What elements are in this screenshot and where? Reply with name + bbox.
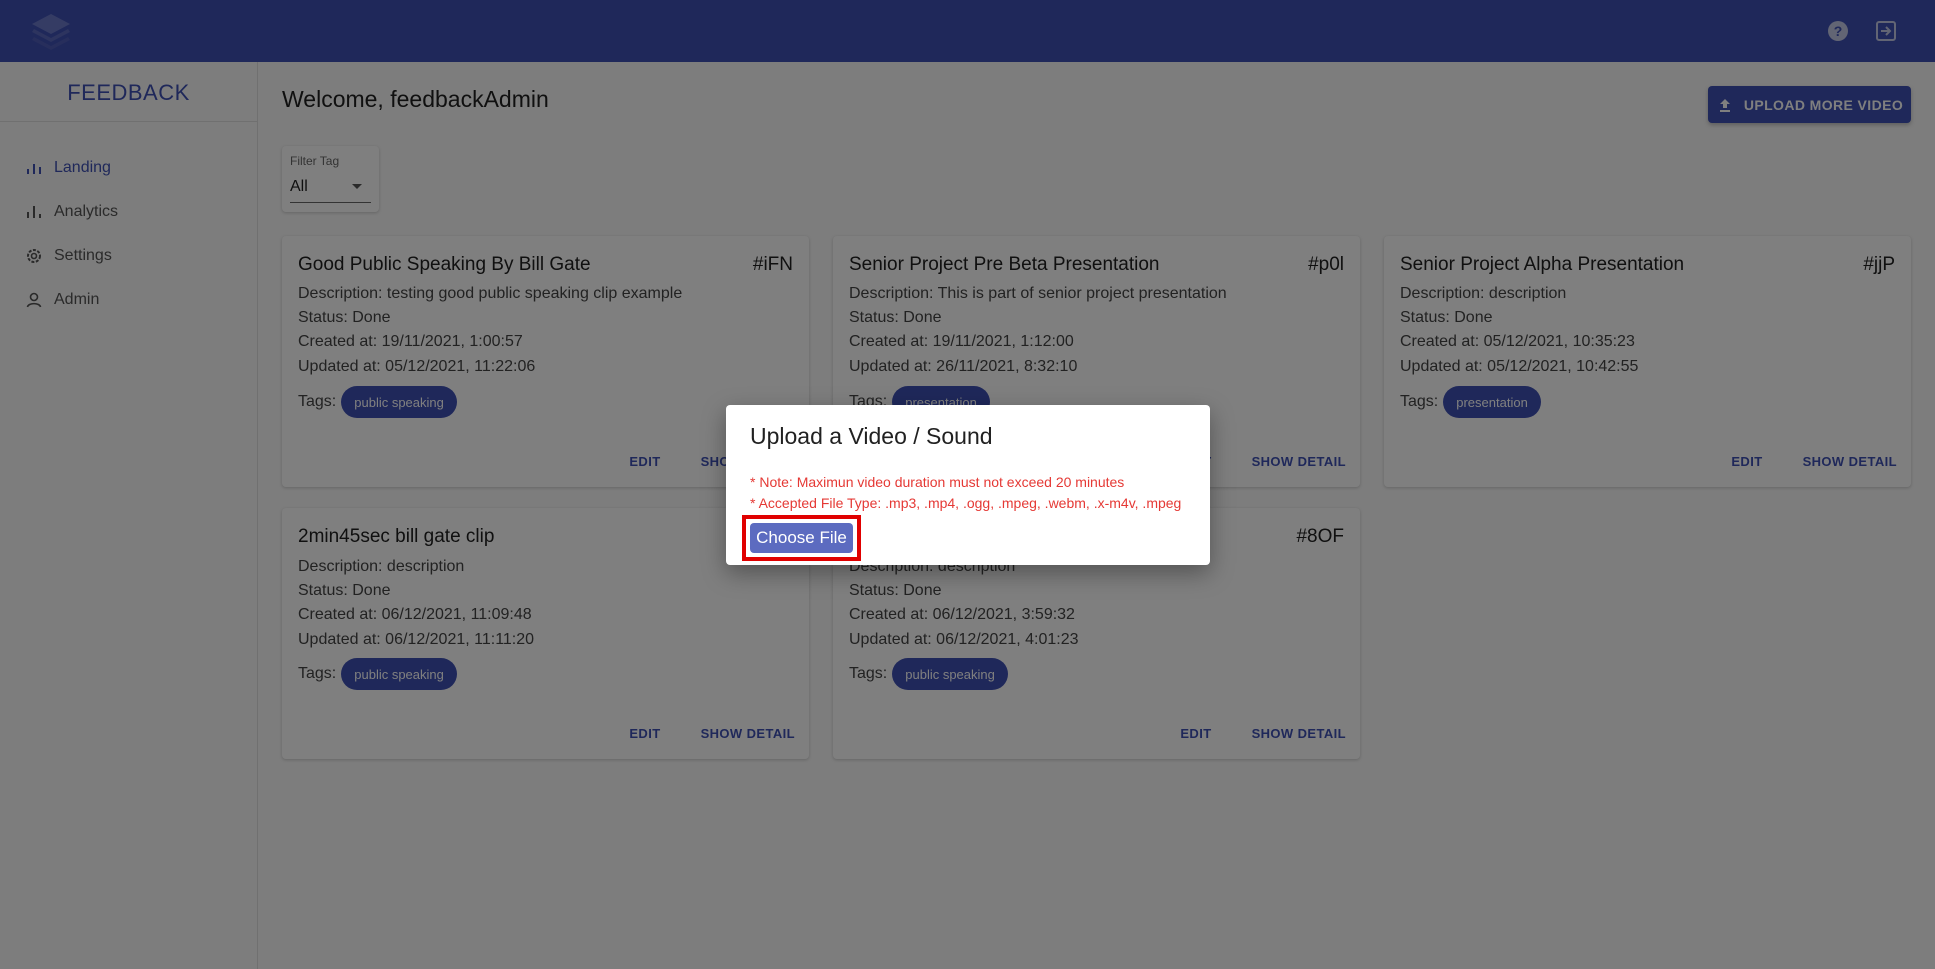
file-type-note: * Accepted File Type: .mp3, .mp4, .ogg, … — [750, 495, 1182, 511]
choose-file-button[interactable]: Choose File — [750, 523, 853, 553]
upload-dialog: Upload a Video / Sound * Note: Maximun v… — [726, 405, 1210, 565]
choose-file-highlight: Choose File — [742, 515, 861, 561]
dialog-title: Upload a Video / Sound — [750, 423, 993, 449]
duration-note: * Note: Maximun video duration must not … — [750, 474, 1125, 490]
